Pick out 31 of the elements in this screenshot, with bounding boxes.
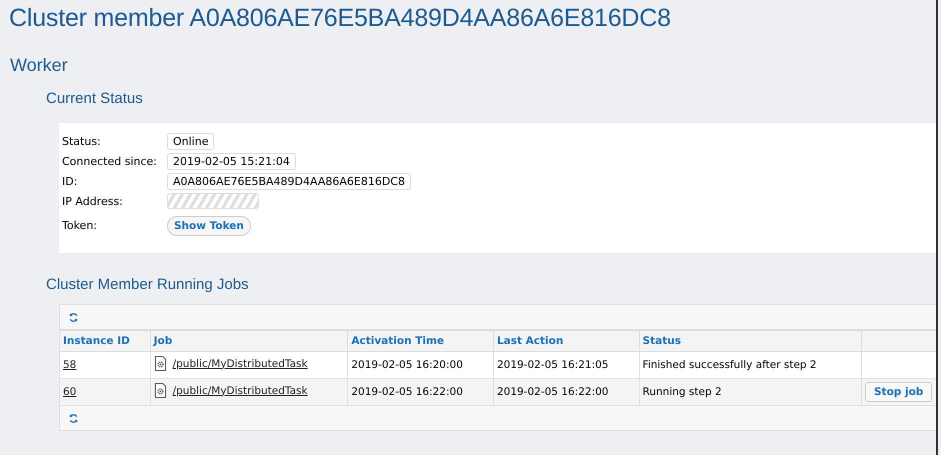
field-label: IP Address: (62, 194, 124, 208)
field-value: Online (167, 132, 214, 150)
table-cell: 2019-02-05 16:22:00 (348, 378, 494, 406)
column-header: Activation Time (348, 330, 494, 352)
stop-job-button[interactable]: Stop job (865, 382, 932, 402)
section-heading: Cluster Member Running Jobs (46, 276, 250, 293)
instance-link[interactable]: 60 (63, 386, 76, 398)
column-header: Last Action (493, 330, 640, 352)
field-label: Token: (62, 219, 98, 232)
column-header: Status (639, 330, 862, 352)
table-cell: 2019-02-05 16:21:05 (493, 352, 640, 378)
table-cell: 2019-02-05 16:20:00 (348, 352, 494, 378)
section-heading: Current Status (46, 90, 144, 107)
table-cell: Running step 2 (639, 378, 862, 406)
table-cell: Finished successfully after step 2 (639, 352, 862, 378)
table-cell: 2019-02-05 16:22:00 (493, 378, 640, 406)
column-header: Job (150, 330, 348, 352)
instance-link[interactable]: 58 (63, 359, 76, 371)
field-value: A0A806AE76E5BA489D4AA86A6E816DC8 (167, 172, 411, 190)
show-token-button[interactable]: Show Token (167, 216, 251, 236)
field-value: 2019-02-05 15:21:04 (167, 152, 296, 170)
field-label: ID: (62, 174, 78, 188)
field-label: Status: (62, 134, 102, 148)
job-file-icon (154, 356, 167, 371)
column-header: Instance ID (60, 330, 150, 352)
job-file-icon (154, 383, 167, 398)
page-title: Cluster member A0A806AE76E5BA489D4AA86A6E816DC8 (8, 3, 672, 33)
refresh-icon[interactable] (68, 312, 79, 322)
field-label: Connected since: (62, 154, 158, 168)
section-title: Worker (10, 55, 69, 76)
refresh-icon[interactable] (68, 412, 79, 424)
